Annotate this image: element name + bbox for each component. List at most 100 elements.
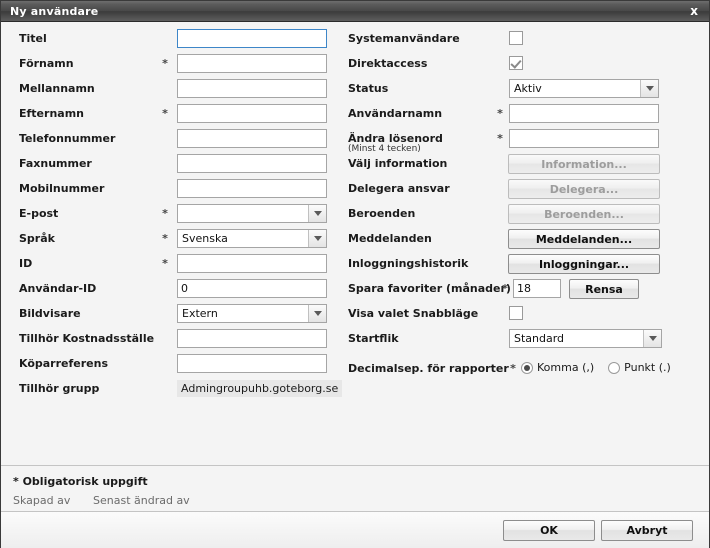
chevron-down-icon — [308, 230, 326, 247]
field-row: Användar-ID — [1, 277, 341, 302]
input-id[interactable] — [177, 254, 327, 273]
required-asterisk: * — [162, 207, 168, 220]
new-user-dialog: Ny användare x Titel Förnamn * Mellannamn Ef… — [0, 0, 710, 548]
button-valj-information: Information... — [508, 154, 660, 174]
input-faxnummer[interactable] — [177, 154, 327, 173]
required-asterisk: * — [162, 57, 168, 70]
field-row: E-post * — [1, 202, 341, 227]
window-title: Ny användare — [10, 4, 99, 18]
readonly-tillhor-grupp: Admingroupuhb.goteborg.se — [177, 380, 343, 397]
field-label-bildvisare: Bildvisare — [19, 307, 81, 320]
dialog-button-bar: OK Avbryt — [1, 511, 709, 548]
radio-label-komma: Komma (,) — [537, 361, 595, 374]
button-beroenden: Beroenden... — [508, 204, 660, 224]
field-label-titel: Titel — [19, 32, 47, 45]
field-label-sprak: Språk — [19, 232, 55, 245]
field-row: Titel — [1, 27, 341, 52]
field-row: Telefonnummer — [1, 127, 341, 152]
select-startflik[interactable]: Standard — [509, 329, 662, 348]
field-row: Status Aktiv — [341, 77, 709, 102]
field-label-tillhor-kostnadsstalle: Tillhör Kostnadsställe — [19, 332, 155, 345]
field-row: Tillhör Kostnadsställe — [1, 327, 341, 352]
required-asterisk: * — [497, 132, 503, 145]
chevron-down-icon — [308, 305, 326, 322]
button-inloggningshistorik[interactable]: Inloggningar... — [508, 254, 660, 274]
field-label-status: Status — [348, 82, 389, 95]
field-label-systemanvandare: Systemanvändare — [348, 32, 460, 45]
chevron-down-icon — [308, 205, 326, 222]
field-row: Ändra lösenord (Minst 4 tecken) * — [341, 127, 709, 154]
input-efternamn[interactable] — [177, 104, 327, 123]
clear-favorites-button[interactable]: Rensa — [569, 279, 639, 299]
input-spara-favoriter[interactable] — [513, 279, 561, 298]
required-asterisk: * — [502, 282, 508, 295]
startflik-row: Startflik Standard — [341, 327, 709, 352]
required-asterisk: * — [510, 362, 516, 375]
checkbox-systemanvandare[interactable] — [509, 31, 523, 45]
field-row: Språk * Svenska — [1, 227, 341, 252]
input-fornamn[interactable] — [177, 54, 327, 73]
field-row: Förnamn * — [1, 52, 341, 77]
ok-button[interactable]: OK — [503, 520, 595, 541]
field-row: Användarnamn * — [341, 102, 709, 127]
chevron-down-icon — [640, 80, 658, 97]
select-value-sprak: Svenska — [182, 232, 228, 245]
select-value-startflik: Standard — [514, 332, 565, 345]
cancel-button[interactable]: Avbryt — [601, 520, 693, 541]
required-asterisk: * — [162, 257, 168, 270]
input-andra-losenord[interactable] — [509, 129, 659, 148]
button-delegera-ansvar: Delegera... — [508, 179, 660, 199]
quickmode-row: Visa valet Snabbläge — [341, 302, 709, 327]
required-asterisk: * — [162, 232, 168, 245]
field-row: Meddelanden Meddelanden... — [341, 227, 709, 252]
select-e-post[interactable] — [177, 204, 327, 223]
dialog-footer: * Obligatorisk uppgift Skapad av Senast … — [1, 465, 709, 511]
field-row: ID * — [1, 252, 341, 277]
checkbox-direktaccess[interactable] — [509, 56, 523, 70]
field-label-meddelanden: Meddelanden — [348, 232, 432, 245]
field-label-anvandar-id: Användar-ID — [19, 282, 97, 295]
input-anvandar-id[interactable] — [177, 279, 327, 298]
required-asterisk: * — [162, 107, 168, 120]
field-row: Köparreferens — [1, 352, 341, 377]
select-value-status: Aktiv — [514, 82, 542, 95]
input-mobilnummer[interactable] — [177, 179, 327, 198]
field-label-inloggningshistorik: Inloggningshistorik — [348, 257, 469, 270]
required-asterisk: * — [497, 107, 503, 120]
button-meddelanden[interactable]: Meddelanden... — [508, 229, 660, 249]
required-note: * Obligatorisk uppgift — [13, 475, 148, 488]
input-mellannamn[interactable] — [177, 79, 327, 98]
input-tillhor-kostnadsstalle[interactable] — [177, 329, 327, 348]
input-telefonnummer[interactable] — [177, 129, 327, 148]
field-row: Systemanvändare — [341, 27, 709, 52]
select-status[interactable]: Aktiv — [509, 79, 659, 98]
title-bar: Ny användare x — [1, 1, 709, 22]
field-label-spara-favoriter: Spara favoriter (månader) — [348, 282, 511, 295]
dialog-body: Titel Förnamn * Mellannamn Efternamn * Telefon… — [1, 22, 709, 465]
checkbox-visa-valet-snabblage[interactable] — [509, 306, 523, 320]
field-label-fornamn: Förnamn — [19, 57, 74, 70]
select-value-bildvisare: Extern — [182, 307, 218, 320]
field-row: Direktaccess — [341, 52, 709, 77]
field-row: Tillhör grupp Admingroupuhb.goteborg.se — [1, 377, 343, 402]
created-by-label: Skapad av — [13, 494, 71, 507]
field-label-efternamn: Efternamn — [19, 107, 84, 120]
input-anvandarnamn[interactable] — [509, 104, 659, 123]
radio-komma[interactable] — [521, 361, 533, 374]
select-sprak[interactable]: Svenska — [177, 229, 327, 248]
field-label-e-post: E-post — [19, 207, 59, 220]
field-row: Faxnummer — [1, 152, 341, 177]
chevron-down-icon — [643, 330, 661, 347]
field-row: Beroenden Beroenden... — [341, 202, 709, 227]
input-titel[interactable] — [177, 29, 327, 48]
radio-punkt[interactable] — [608, 361, 621, 374]
field-label-faxnummer: Faxnummer — [19, 157, 92, 170]
close-icon[interactable]: x — [685, 4, 703, 18]
select-bildvisare[interactable]: Extern — [177, 304, 327, 323]
field-label-mobilnummer: Mobilnummer — [19, 182, 105, 195]
field-row: Inloggningshistorik Inloggningar... — [341, 252, 709, 277]
field-row: Delegera ansvar Delegera... — [341, 177, 709, 202]
input-koparreferens[interactable] — [177, 354, 327, 373]
field-row: Efternamn * — [1, 102, 341, 127]
field-label-decimalsep: Decimalsep. för rapporter — [348, 362, 509, 375]
